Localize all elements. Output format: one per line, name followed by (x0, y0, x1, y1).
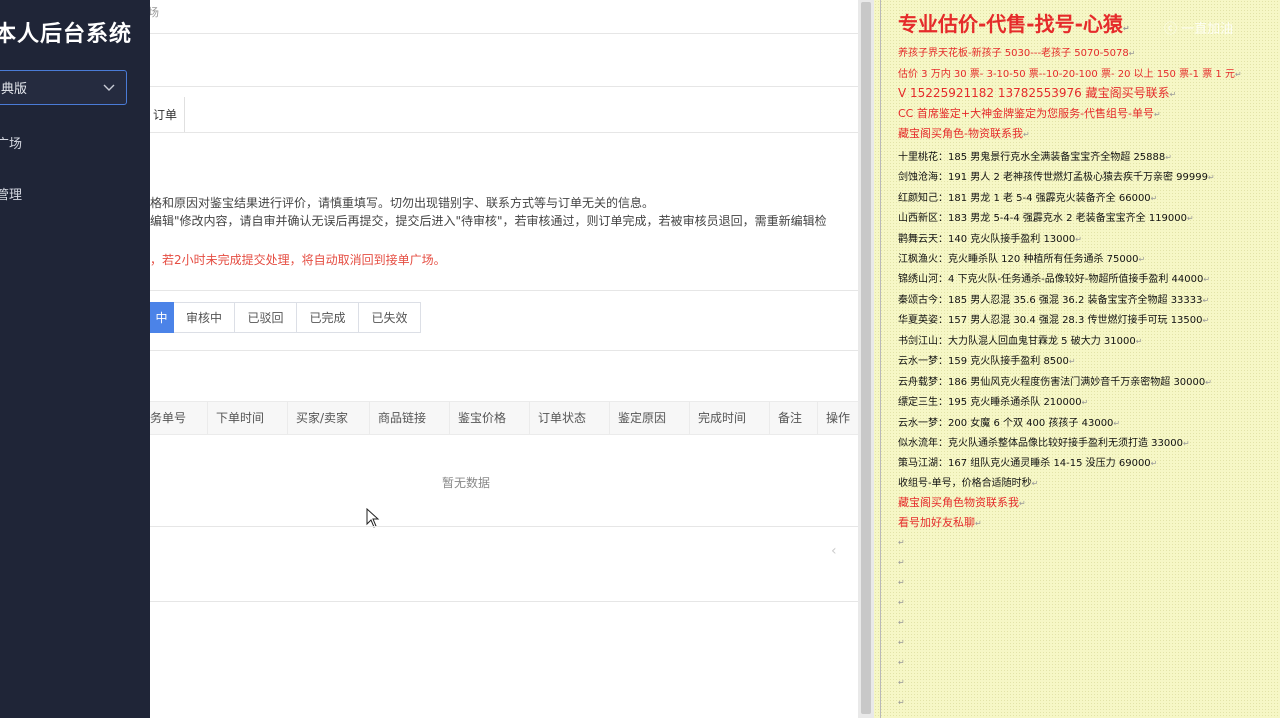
note-item: 书剑江山：大力队混人回血鬼甘霖龙 5 破大力 31000↵ (898, 336, 1143, 347)
divider (150, 86, 858, 87)
edition-select-value: 典版 (1, 82, 28, 97)
paragraph-mark: ↵ (898, 678, 905, 687)
column-header: 完成时间 (690, 402, 770, 434)
vertical-scrollbar[interactable] (858, 0, 874, 718)
note-red-line: 估价 3 万内 30 票- 3-10-50 票--10-20-100 票- 20… (898, 69, 1242, 80)
note-panel: 专业估价-代售-找号-心猿↵ ⓒ 一直加油 养孩子界天花板-新孩子 5030--… (874, 0, 1280, 718)
chevron-down-icon (103, 84, 115, 91)
note-item: 红颜知己：181 男龙 1 老 5-4 强霹克火装备齐全 66000↵ (898, 193, 1158, 204)
paragraph-mark: ↵ (898, 638, 905, 647)
note-red-line: 藏宝阁买角色-物资联系我↵ (898, 127, 1030, 140)
note-item: 华夏英姿：157 男人忍混 30.4 强混 28.3 传世燃灯接手可玩 1350… (898, 315, 1210, 326)
column-header: 鉴定原因 (610, 402, 690, 434)
margin-rule (880, 0, 881, 718)
edition-select[interactable]: 典版 (0, 70, 127, 105)
note-footer-line: 看号加好友私聊↵ (898, 516, 982, 529)
sidebar-item-manage[interactable]: 管理 (0, 184, 22, 203)
note-item: 缥定三生：195 克火睡杀通杀队 210000↵ (898, 397, 1089, 408)
note-red-line: CC 首席鉴定+大神金牌鉴定为您服务-代售组号-单号↵ (898, 107, 1161, 120)
divider (150, 290, 858, 291)
divider (150, 33, 858, 34)
note-footer-line: 藏宝阁买角色物资联系我↵ (898, 496, 1026, 509)
tab-orders[interactable]: 订单 (150, 97, 185, 133)
note-item: 山西新区：183 男龙 5-4-4 强霹克水 2 老装备宝宝齐全 119000↵ (898, 213, 1194, 224)
note-item: 云舟载梦：186 男仙风克火程度伤害法门满妙音千万亲密物超 30000↵ (898, 377, 1212, 388)
paragraph-mark: ↵ (898, 578, 905, 587)
divider (150, 601, 858, 602)
status-reviewing-button[interactable]: 审核中 (174, 302, 235, 333)
status-rejected-button[interactable]: 已驳回 (235, 302, 297, 333)
mouse-cursor-icon (366, 508, 380, 528)
paragraph-mark: ↵ (898, 698, 905, 707)
table-header: 务单号 下单时间 买家/卖家 商品链接 鉴宝价格 订单状态 鉴定原因 完成时间 … (150, 401, 858, 435)
note-item: 云水一梦：159 克火队接手盈利 8500↵ (898, 356, 1076, 367)
notice-line: 编辑"修改内容，请自审并确认无误后再提交，提交后进入"待审核"，若审核通过，则订… (150, 214, 827, 228)
pager-prev-button[interactable]: ‹ (831, 543, 837, 559)
main-content: 场 订单 格和原因对鉴宝结果进行评价，请慎重填写。切勿出现错别字、联系方式等与订… (150, 0, 858, 718)
column-header: 订单状态 (530, 402, 610, 434)
watermark: ⓒ 一直加油 (1164, 22, 1234, 37)
note-item: 收组号-单号，价格合适随时秒↵ (898, 478, 1039, 489)
note-item: 江枫渔火：克火睡杀队 120 种植所有任务通杀 75000↵ (898, 254, 1146, 265)
column-header: 操作 (826, 411, 851, 425)
note-item: 策马江湖：167 组队克火通灵睡杀 14-15 没压力 69000↵ (898, 458, 1158, 469)
divider (150, 526, 858, 527)
note-item: 锦绣山河：4 下克火队-任务通杀-品像较好-物超所值接手盈利 44000↵ (898, 274, 1211, 285)
column-header: 商品链接 (370, 402, 450, 434)
scrollbar-thumb[interactable] (861, 2, 871, 714)
column-header: 下单时间 (208, 402, 288, 434)
paragraph-mark: ↵ (898, 658, 905, 667)
app-title: 本人后台系统 (0, 22, 133, 47)
note-item: 云水一梦：200 女魔 6 个双 400 孩孩子 43000↵ (898, 418, 1121, 429)
note-item: 似水流年：克火队通杀整体品像比较好接手盈利无须打造 33000↵ (898, 438, 1190, 449)
divider (150, 350, 858, 351)
notice-warning: ，若2小时未完成提交处理，将自动取消回到接单广场。 (150, 253, 446, 267)
screen: 本人后台系统 典版 广场 管理 场 订单 格和原因对鉴宝结果进行评价，请慎重填写… (0, 0, 1280, 718)
paragraph-mark: ↵ (898, 558, 905, 567)
column-header: 备注 (770, 402, 818, 434)
paragraph-mark: ↵ (898, 538, 905, 547)
column-header: 务单号 (150, 402, 208, 434)
sidebar-item-square[interactable]: 广场 (0, 133, 22, 152)
note-item: 剑蚀沧海：191 男人 2 老神孩传世燃灯孟极心猿去疾千万亲密 99999↵ (898, 172, 1215, 183)
note-item: 十里桃花：185 男鬼景行克水全满装备宝宝齐全物超 25888↵ (898, 152, 1172, 163)
status-pending-button[interactable]: 中 (150, 302, 174, 333)
notice-line: 格和原因对鉴宝结果进行评价，请慎重填写。切勿出现错别字、联系方式等与订单无关的信… (150, 196, 655, 210)
paragraph-mark: ↵ (898, 598, 905, 607)
breadcrumb[interactable]: 场 (150, 4, 159, 20)
sidebar: 本人后台系统 典版 广场 管理 (0, 0, 150, 718)
column-header: 买家/卖家 (288, 402, 370, 434)
status-done-button[interactable]: 已完成 (297, 302, 359, 333)
note-item: 鹳舞云天：140 克火队接手盈利 13000↵ (898, 234, 1082, 245)
note-contact-line: V 15225921182 13782553976 藏宝阁买号联系↵ (898, 86, 1177, 100)
status-expired-button[interactable]: 已失效 (359, 302, 421, 333)
divider (150, 132, 858, 133)
status-filter: 中 审核中 已驳回 已完成 已失效 (150, 302, 421, 333)
note-red-line: 养孩子界天花板-新孩子 5030---老孩子 5070-5078↵ (898, 48, 1136, 59)
paragraph-mark: ↵ (898, 618, 905, 627)
note-headline: 专业估价-代售-找号-心猿↵ (898, 12, 1130, 36)
column-header: 鉴宝价格 (450, 402, 530, 434)
note-item: 秦颂古今：185 男人忍混 35.6 强混 36.2 装备宝宝齐全物超 3333… (898, 295, 1210, 306)
empty-state: 暂无数据 (442, 476, 491, 490)
